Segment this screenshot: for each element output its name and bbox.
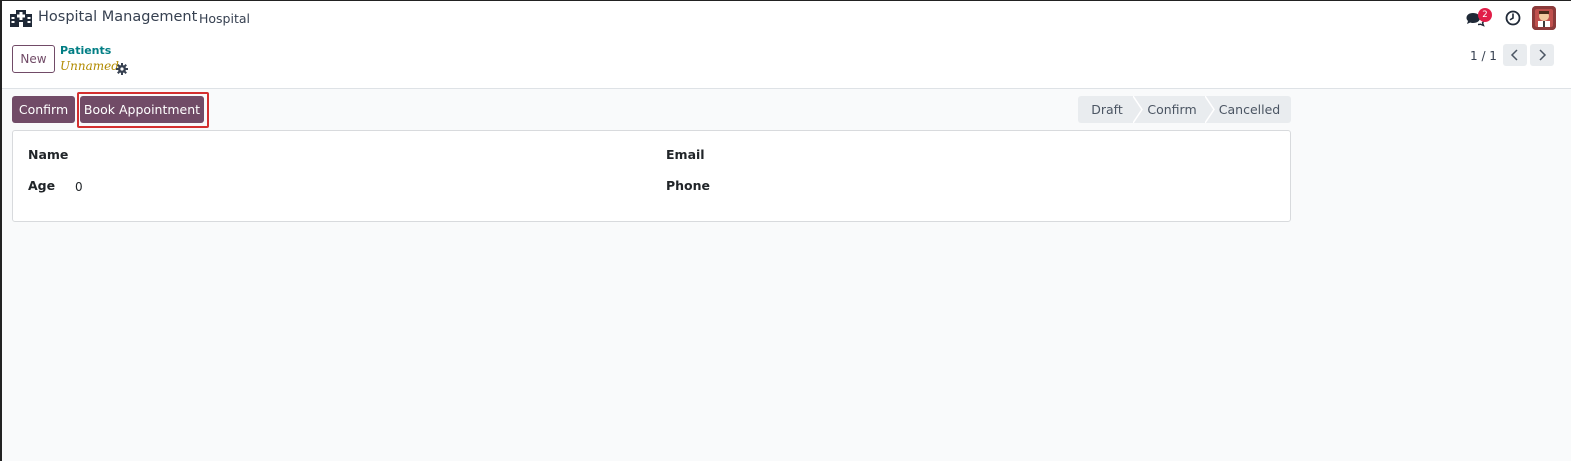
clock-icon[interactable] <box>1505 10 1521 26</box>
pager-next-button[interactable] <box>1530 44 1554 66</box>
highlight-box <box>77 92 209 128</box>
status-step-confirm[interactable]: Confirm <box>1136 96 1208 123</box>
top-navbar: Hospital Management Hospital 2 <box>2 1 1571 36</box>
chevron-left-icon <box>1510 49 1518 61</box>
status-step-cancelled[interactable]: Cancelled <box>1208 96 1291 123</box>
status-step-draft[interactable]: Draft <box>1078 96 1136 123</box>
pager-value[interactable]: 1 / 1 <box>1470 49 1497 63</box>
record-name: Unnamed <box>60 59 119 73</box>
phone-label: Phone <box>666 178 711 193</box>
form-sheet: Name Age 0 Email Phone <box>12 130 1291 222</box>
name-label: Name <box>28 147 69 162</box>
messages-badge: 2 <box>1478 8 1492 22</box>
new-button[interactable]: New <box>12 45 55 73</box>
control-panel: New Patients Unnamed 1 / 1 <box>2 36 1571 89</box>
age-field[interactable]: 0 <box>75 180 83 194</box>
hospital-icon[interactable] <box>10 10 32 27</box>
breadcrumb-patients[interactable]: Patients <box>60 44 111 57</box>
gear-icon[interactable] <box>116 60 128 75</box>
app-name[interactable]: Hospital Management <box>38 9 197 25</box>
status-separator <box>1133 96 1143 123</box>
status-separator <box>1205 96 1215 123</box>
menu-item-hospital[interactable]: Hospital <box>199 11 250 26</box>
chevron-right-icon <box>1539 49 1547 61</box>
user-avatar[interactable] <box>1532 6 1556 30</box>
email-label: Email <box>666 147 705 162</box>
age-label: Age <box>28 178 56 193</box>
statusbar: Draft Confirm Cancelled <box>1078 96 1291 123</box>
confirm-button[interactable]: Confirm <box>12 96 75 123</box>
pager-previous-button[interactable] <box>1503 44 1527 66</box>
